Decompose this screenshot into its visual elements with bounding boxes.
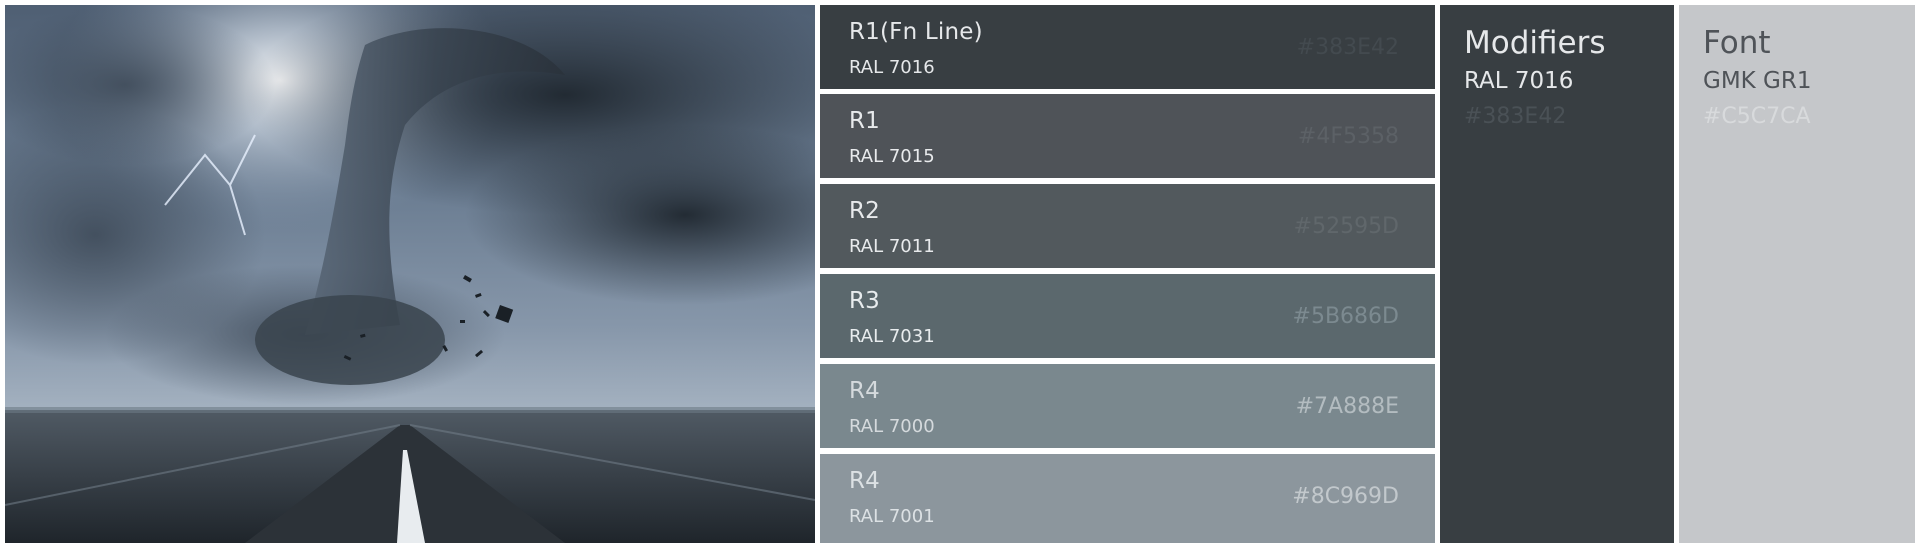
font-title: Font [1703, 25, 1771, 61]
color-row: R3 RAL 7031 #5B686D [820, 274, 1435, 358]
row-hex: #7A888E [1295, 394, 1399, 419]
modifiers-title: Modifiers [1464, 25, 1606, 61]
row-title: R4 [849, 378, 881, 404]
row-hex: #383E42 [1296, 35, 1399, 60]
row-title: R4 [849, 468, 881, 494]
row-ral: RAL 7031 [849, 326, 935, 347]
modifiers-hex: #383E42 [1464, 104, 1567, 129]
font-name: GMK GR1 [1703, 68, 1812, 94]
row-hex: #8C969D [1292, 484, 1399, 509]
row-title: R1 [849, 108, 881, 134]
row-ral: RAL 7011 [849, 236, 935, 257]
row-hex: #5B686D [1292, 304, 1399, 329]
font-panel: Font GMK GR1 #C5C7CA [1679, 5, 1915, 543]
row-title: R2 [849, 198, 881, 224]
row-ral: RAL 7001 [849, 506, 935, 527]
modifiers-panel: Modifiers RAL 7016 #383E42 [1440, 5, 1674, 543]
font-hex: #C5C7CA [1703, 104, 1811, 129]
tornado-photo [5, 5, 815, 543]
row-hex: #52595D [1293, 214, 1399, 239]
color-row: R4 RAL 7001 #8C969D [820, 454, 1435, 543]
color-row: R1(Fn Line) RAL 7016 #383E42 [820, 5, 1435, 89]
row-ral: RAL 7000 [849, 416, 935, 437]
row-ral: RAL 7015 [849, 146, 935, 167]
row-title: R1(Fn Line) [849, 19, 983, 45]
row-hex: #4F5358 [1297, 124, 1399, 149]
color-row: R1 RAL 7015 #4F5358 [820, 94, 1435, 178]
color-row: R2 RAL 7011 #52595D [820, 184, 1435, 268]
row-ral: RAL 7016 [849, 57, 935, 78]
color-rows: R1(Fn Line) RAL 7016 #383E42 R1 RAL 7015… [820, 5, 1435, 543]
row-title: R3 [849, 288, 881, 314]
color-row: R4 RAL 7000 #7A888E [820, 364, 1435, 448]
modifiers-ral: RAL 7016 [1464, 68, 1574, 94]
